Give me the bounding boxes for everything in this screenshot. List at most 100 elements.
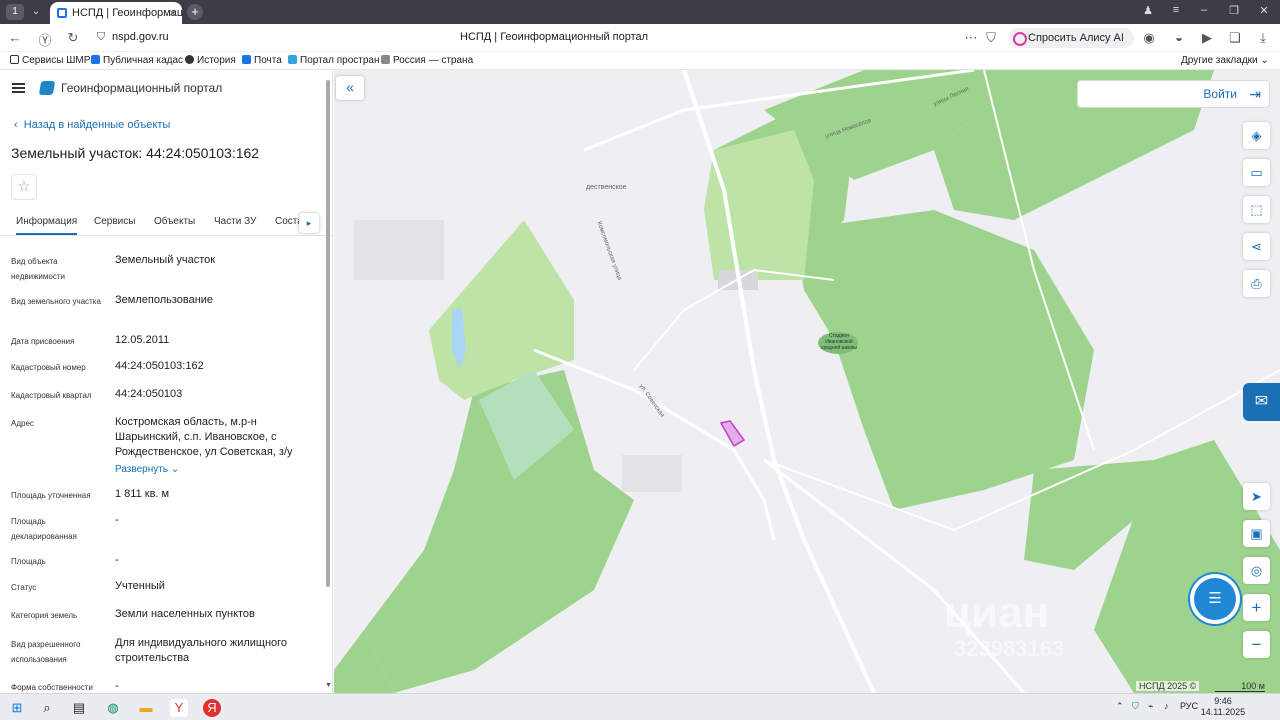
- forest-area: [794, 210, 1094, 510]
- browser-tab-active[interactable]: НСПД | Геоинформационн ×: [50, 2, 182, 24]
- zoom-in-icon[interactable]: +: [1243, 594, 1270, 621]
- tab-parts[interactable]: Части ЗУ: [214, 216, 256, 227]
- field-label: Дата присвоения: [11, 337, 75, 346]
- field-value[interactable]: 44:24:050103: [115, 387, 315, 402]
- zoom-out-icon[interactable]: −: [1243, 631, 1270, 658]
- portal-logo-icon: [38, 81, 56, 95]
- yandex-browser-icon[interactable]: Y: [170, 699, 188, 717]
- close-window-icon[interactable]: ✕: [1256, 4, 1272, 17]
- layers-icon[interactable]: ◈: [1243, 122, 1270, 149]
- navigate-icon[interactable]: ➤: [1243, 483, 1270, 510]
- edge-icon[interactable]: ◍: [104, 699, 122, 717]
- field-value: Земельный участок: [115, 254, 216, 266]
- minimize-icon[interactable]: –: [1196, 4, 1212, 16]
- field-label: Площадь уточненная: [11, 491, 91, 500]
- expand-link[interactable]: Развернуть ⌄: [115, 462, 315, 477]
- field-label: Площадь: [11, 557, 46, 566]
- bookmark-item[interactable]: История: [185, 55, 236, 66]
- search-icon[interactable]: ⌕: [38, 699, 56, 717]
- ruler-icon[interactable]: ▭: [1243, 159, 1270, 186]
- network-icon[interactable]: ⌁: [1148, 701, 1153, 712]
- hamburger-menu-icon[interactable]: [12, 83, 25, 93]
- media-icon[interactable]: ▶: [1198, 30, 1216, 46]
- field-label: Статус: [11, 583, 37, 592]
- language-indicator[interactable]: РУС: [1180, 701, 1198, 711]
- profile-icon[interactable]: ♟: [1140, 4, 1156, 17]
- tab-count-badge[interactable]: 1: [6, 4, 24, 20]
- other-bookmarks[interactable]: Другие закладки ⌄: [1181, 55, 1269, 66]
- windows-start-icon[interactable]: ⊞: [8, 699, 26, 717]
- field-value: 1 811 кв. м: [115, 488, 170, 500]
- browser-menu-icon[interactable]: ≡: [1168, 4, 1184, 16]
- restore-icon[interactable]: ❐: [1226, 4, 1242, 17]
- map-view[interactable]: дествен­ское Комсомольская улица ул. Сов…: [334, 70, 1280, 693]
- volume-icon[interactable]: ♪: [1164, 701, 1169, 711]
- chevron-down-icon: ⌄: [170, 464, 180, 475]
- map-canvas[interactable]: [334, 70, 1280, 693]
- chat-bubble-icon[interactable]: ☰: [1194, 578, 1236, 620]
- close-tab-icon[interactable]: ×: [169, 2, 176, 24]
- watermark-text: циан: [944, 588, 1050, 637]
- field-value: 12.05.2011: [115, 334, 170, 346]
- field-label: Кадастровый номер: [11, 363, 86, 372]
- bookmark-item[interactable]: Портал простран: [288, 55, 380, 66]
- scroll-down-icon[interactable]: ▼: [325, 682, 332, 689]
- field-value: -: [115, 554, 119, 566]
- tab-services[interactable]: Сервисы: [94, 216, 135, 227]
- bookmark-item[interactable]: Россия — страна: [381, 55, 473, 66]
- bookmark-icon[interactable]: ⛉: [982, 30, 1000, 46]
- back-arrow-icon[interactable]: ←: [6, 30, 24, 45]
- yandex-icon[interactable]: Я: [203, 699, 221, 717]
- portal-name: Геоинформационный портал: [61, 81, 223, 95]
- field-value: -: [115, 680, 119, 692]
- bookmark-item[interactable]: Почта: [242, 55, 282, 66]
- locate-icon[interactable]: ◎: [1243, 557, 1270, 584]
- field-value[interactable]: 44:24:050103:162: [115, 359, 315, 374]
- field-value: -: [115, 514, 119, 526]
- site-security-icon[interactable]: ⛉: [92, 31, 110, 44]
- field-label: Вид объекта недвижимости: [11, 257, 65, 281]
- task-view-icon[interactable]: ▤: [70, 699, 88, 717]
- download-icon[interactable]: ⤓: [1254, 30, 1272, 46]
- select-area-icon[interactable]: ⬚: [1243, 196, 1270, 223]
- file-explorer-icon[interactable]: ▬: [137, 699, 155, 717]
- url-field[interactable]: nspd.gov.ru: [112, 31, 169, 43]
- reload-icon[interactable]: ↻: [64, 30, 82, 46]
- collections-icon[interactable]: ❏: [1226, 30, 1244, 46]
- collapse-panel-button[interactable]: «: [336, 76, 364, 100]
- tab-information[interactable]: Информация: [16, 216, 78, 235]
- security-icon[interactable]: ⛉: [1132, 701, 1139, 712]
- clock-date: 14.11.2025: [1200, 707, 1246, 717]
- minimap-icon[interactable]: ▣: [1243, 520, 1270, 547]
- share-icon[interactable]: ⋖: [1243, 233, 1270, 260]
- new-tab-button[interactable]: +: [187, 4, 203, 20]
- more-icon[interactable]: ⋯: [962, 30, 980, 46]
- object-info-panel: Геоинформационный портал ‹ Назад в найде…: [0, 70, 333, 693]
- login-button[interactable]: Войти: [1077, 80, 1270, 108]
- support-chat-icon[interactable]: ✉: [1243, 383, 1280, 421]
- tabs-scroll-right-icon[interactable]: ▸: [299, 213, 319, 233]
- chevron-left-icon: ‹: [14, 119, 24, 131]
- clock[interactable]: 9:46 14.11.2025: [1198, 696, 1248, 718]
- tray-chevron-icon[interactable]: ⌃: [1116, 701, 1124, 712]
- field-label: Площадь декларированная: [11, 517, 77, 541]
- favorite-star-icon[interactable]: ☆: [11, 174, 37, 200]
- tabs-dropdown-icon[interactable]: ⌄: [28, 4, 44, 20]
- tab-objects[interactable]: Объекты: [154, 216, 195, 227]
- bookmark-item[interactable]: Сервисы ШМР: [10, 55, 90, 66]
- panel-scrollbar[interactable]: [326, 80, 330, 587]
- extension2-icon[interactable]: ◒: [1170, 30, 1188, 45]
- yandex-icon[interactable]: Ⓨ: [36, 30, 54, 49]
- map-copyright: НСПД 2025 ©: [1136, 681, 1200, 691]
- field-value: Для индивидуального жилищного строительс…: [115, 637, 288, 664]
- building-block: [354, 220, 444, 280]
- back-link[interactable]: ‹ Назад в найденные объекты: [14, 119, 170, 131]
- clock-time: 9:46: [1214, 696, 1232, 706]
- map-scale: 100 м: [1215, 681, 1265, 692]
- extension-icon[interactable]: ◉: [1140, 30, 1158, 46]
- bookmark-item[interactable]: Публичная кадас: [91, 55, 183, 66]
- ask-alice-button[interactable]: Спросить Алису AI: [1008, 28, 1134, 48]
- field-label: Кадастровый квартал: [11, 391, 92, 400]
- print-icon[interactable]: ⎙: [1243, 270, 1270, 297]
- field-label: Адрес: [11, 419, 34, 428]
